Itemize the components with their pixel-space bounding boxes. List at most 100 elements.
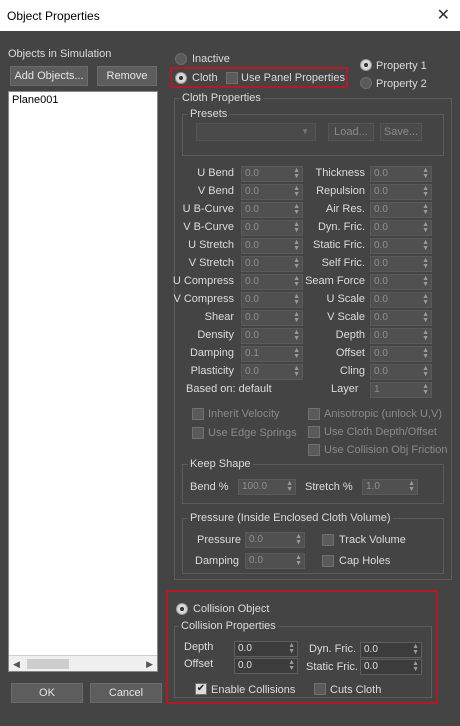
param-damping-spinner[interactable]: 0.1 ▲ ▼ [241,346,303,362]
param-cling-spinner[interactable]: 0.0 ▲ ▼ [370,364,432,380]
spinner-arrows-icon[interactable]: ▲ ▼ [293,329,300,342]
spinner-arrows-icon[interactable]: ▲ ▼ [293,275,300,288]
enable-collisions-checkbox[interactable]: ✔ [195,683,207,695]
param-self-fric-label: Self Fric. [321,257,365,269]
save-button[interactable]: Save... [380,123,422,141]
objects-list[interactable]: Plane001 ◀ ▶ [8,91,158,672]
param-static-fric-spinner[interactable]: 0.0 ▲ ▼ [370,238,432,254]
presets-dropdown[interactable]: ▼ [196,123,316,141]
collision-object-radio[interactable] [176,603,188,615]
use-cloth-depth-checkbox[interactable] [308,426,320,438]
use-collision-obj-friction-checkbox[interactable] [308,444,320,456]
spinner-arrows-icon[interactable]: ▲ ▼ [422,347,429,360]
collision-dyn-fric-spinner[interactable]: 0.0 ▲ ▼ [360,642,422,658]
track-volume-checkbox[interactable] [322,534,334,546]
param-v-bend-spinner[interactable]: 0.0 ▲ ▼ [241,184,303,200]
spinner-arrows-icon[interactable]: ▲ ▼ [295,554,302,567]
param-self-fric-spinner[interactable]: 0.0 ▲ ▼ [370,256,432,272]
param-u-b-curve-spinner[interactable]: 0.0 ▲ ▼ [241,202,303,218]
param-v-scale-spinner[interactable]: 0.0 ▲ ▼ [370,310,432,326]
collision-offset-spinner[interactable]: 0.0 ▲ ▼ [234,658,298,674]
param-seam-force-spinner[interactable]: 0.0 ▲ ▼ [370,274,432,290]
param-air-res-label: Air Res. [325,203,365,215]
spinner-arrows-icon[interactable]: ▲ ▼ [422,167,429,180]
spinner-arrows-icon[interactable]: ▲ ▼ [422,383,429,396]
param-v-compress-spinner[interactable]: 0.0 ▲ ▼ [241,292,303,308]
spinner-arrows-icon[interactable]: ▲ ▼ [293,203,300,216]
param-air-res-spinner[interactable]: 0.0 ▲ ▼ [370,202,432,218]
param-u-compress-spinner[interactable]: 0.0 ▲ ▼ [241,274,303,290]
spinner-arrows-icon[interactable]: ▲ ▼ [408,480,415,493]
spinner-arrows-icon[interactable]: ▲ ▼ [422,329,429,342]
add-objects-button[interactable]: Add Objects... [10,66,88,86]
scrollbar-thumb[interactable] [27,659,69,669]
param-v-stretch-spinner[interactable]: 0.0 ▲ ▼ [241,256,303,272]
param-u-stretch-spinner[interactable]: 0.0 ▲ ▼ [241,238,303,254]
spinner-arrows-icon[interactable]: ▲ ▼ [288,659,295,672]
cuts-cloth-checkbox[interactable] [314,683,326,695]
spinner-arrows-icon[interactable]: ▲ ▼ [422,257,429,270]
param-v-b-curve-spinner[interactable]: 0.0 ▲ ▼ [241,220,303,236]
pressure-damping-spinner[interactable]: 0.0 ▲ ▼ [245,553,305,569]
horizontal-scrollbar[interactable]: ◀ ▶ [9,655,157,671]
spinner-arrows-icon[interactable]: ▲ ▼ [286,480,293,493]
spinner-arrows-icon[interactable]: ▲ ▼ [422,239,429,252]
cap-holes-checkbox[interactable] [322,555,334,567]
collision-object-label: Collision Object [193,603,270,615]
close-icon[interactable]: ✕ [437,5,450,25]
layer-spinner[interactable]: 1 ▲ ▼ [370,382,432,398]
param-thickness-spinner[interactable]: 0.0 ▲ ▼ [370,166,432,182]
remove-button[interactable]: Remove [97,66,157,86]
param-offset-spinner[interactable]: 0.0 ▲ ▼ [370,346,432,362]
param-u-stretch-value: 0.0 [245,240,259,251]
param-depth-spinner[interactable]: 0.0 ▲ ▼ [370,328,432,344]
param-plasticity-spinner[interactable]: 0.0 ▲ ▼ [241,364,303,380]
bend-spinner[interactable]: 100.0 ▲ ▼ [238,479,296,495]
anisotropic-checkbox[interactable] [308,408,320,420]
spinner-arrows-icon[interactable]: ▲ ▼ [422,185,429,198]
pressure-spinner[interactable]: 0.0 ▲ ▼ [245,532,305,548]
spinner-arrows-icon[interactable]: ▲ ▼ [422,203,429,216]
param-u-scale-spinner[interactable]: 0.0 ▲ ▼ [370,292,432,308]
list-item[interactable]: Plane001 [12,94,59,106]
spinner-arrows-icon[interactable]: ▲ ▼ [422,293,429,306]
property1-radio[interactable] [360,59,372,71]
cloth-radio[interactable] [175,72,187,84]
spinner-arrows-icon[interactable]: ▲ ▼ [293,239,300,252]
stretch-spinner[interactable]: 1.0 ▲ ▼ [362,479,418,495]
collision-depth-spinner[interactable]: 0.0 ▲ ▼ [234,641,298,657]
param-u-b-curve-label: U B-Curve [182,203,234,215]
spinner-arrows-icon[interactable]: ▲ ▼ [422,275,429,288]
spinner-arrows-icon[interactable]: ▲ ▼ [293,185,300,198]
spinner-arrows-icon[interactable]: ▲ ▼ [293,293,300,306]
spinner-arrows-icon[interactable]: ▲ ▼ [412,643,419,656]
spinner-arrows-icon[interactable]: ▲ ▼ [412,660,419,673]
cancel-button[interactable]: Cancel [90,683,162,703]
spinner-arrows-icon[interactable]: ▲ ▼ [295,533,302,546]
spinner-arrows-icon[interactable]: ▲ ▼ [293,365,300,378]
spinner-arrows-icon[interactable]: ▲ ▼ [293,311,300,324]
spinner-arrows-icon[interactable]: ▲ ▼ [422,311,429,324]
spinner-arrows-icon[interactable]: ▲ ▼ [293,347,300,360]
inactive-radio[interactable] [175,53,187,65]
load-button[interactable]: Load... [328,123,374,141]
property2-radio[interactable] [360,77,372,89]
spinner-arrows-icon[interactable]: ▲ ▼ [288,642,295,655]
use-edge-springs-checkbox[interactable] [192,427,204,439]
spinner-arrows-icon[interactable]: ▲ ▼ [422,221,429,234]
spinner-arrows-icon[interactable]: ▲ ▼ [293,257,300,270]
collision-static-fric-spinner[interactable]: 0.0 ▲ ▼ [360,659,422,675]
spinner-arrows-icon[interactable]: ▲ ▼ [422,365,429,378]
param-dyn-fric-spinner[interactable]: 0.0 ▲ ▼ [370,220,432,236]
scroll-left-icon[interactable]: ◀ [13,659,20,670]
param-density-spinner[interactable]: 0.0 ▲ ▼ [241,328,303,344]
ok-button[interactable]: OK [11,683,83,703]
scroll-right-icon[interactable]: ▶ [146,659,153,670]
spinner-arrows-icon[interactable]: ▲ ▼ [293,221,300,234]
param-shear-spinner[interactable]: 0.0 ▲ ▼ [241,310,303,326]
spinner-arrows-icon[interactable]: ▲ ▼ [293,167,300,180]
param-u-bend-spinner[interactable]: 0.0 ▲ ▼ [241,166,303,182]
use-panel-checkbox[interactable] [226,72,238,84]
inherit-velocity-checkbox[interactable] [192,408,204,420]
param-repulsion-spinner[interactable]: 0.0 ▲ ▼ [370,184,432,200]
